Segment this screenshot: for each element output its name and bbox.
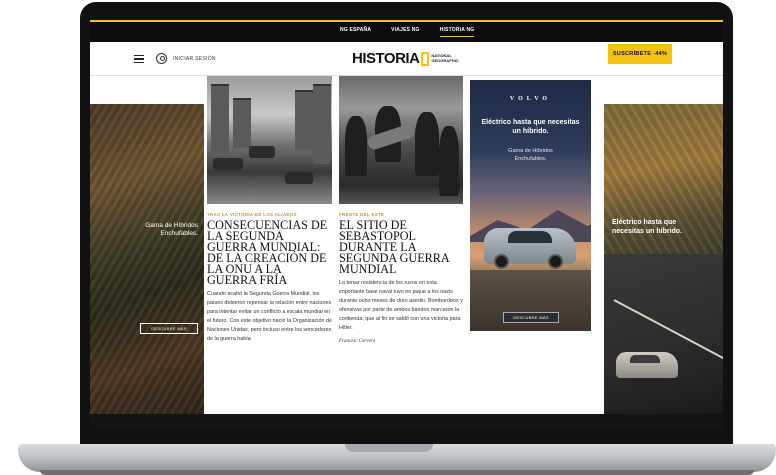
laptop-shadow	[40, 470, 754, 475]
article-2-photo[interactable]	[339, 76, 463, 204]
article-2-headline[interactable]: EL SITIO DE SEBASTOPOL DURANTE LA SEGUND…	[339, 219, 463, 275]
laptop-notch	[345, 444, 433, 452]
left-side-ad[interactable]: Gama de Híbridos Enchufables. DESCUBRE M…	[90, 104, 204, 414]
middle-ad-car-image	[484, 228, 576, 269]
subscribe-button[interactable]: SUSCRÍBETE -44%	[608, 44, 672, 64]
photo-tank	[249, 146, 275, 158]
site-logo[interactable]: HISTORIA NATIONAL GEOGRAPHIC	[352, 50, 459, 67]
left-ad-cta-button[interactable]: DESCUBRE MÁS	[140, 323, 198, 334]
top-nav: NG ESPAÑA VIAJES NG HISTORIA NG	[90, 20, 723, 42]
photo-soldier	[439, 126, 459, 196]
article-2-byline: Francesc Cervera	[339, 339, 376, 344]
right-ad-car-image	[616, 352, 678, 378]
right-ad-road	[604, 254, 723, 414]
article-card-1[interactable]: TRAS LA VICTORIA DE LOS ALIADOS CONSECUE…	[207, 76, 332, 414]
top-nav-link-historia-ng[interactable]: HISTORIA NG	[439, 27, 475, 37]
photo-soldier	[345, 116, 367, 176]
hamburger-menu-icon[interactable]	[134, 55, 144, 63]
article-1-kicker: TRAS LA VICTORIA DE LOS ALIADOS	[207, 212, 297, 217]
middle-ad-title: Eléctrico hasta que necesitas un híbrido…	[481, 119, 580, 135]
top-nav-link-ng-espana[interactable]: NG ESPAÑA	[340, 27, 371, 37]
middle-ad[interactable]: VOLVO Eléctrico hasta que necesitas un h…	[470, 80, 591, 331]
middle-ad-brand: VOLVO	[509, 96, 552, 102]
photo-building	[295, 90, 313, 150]
login-link[interactable]: INICIAR SESIÓN	[173, 56, 216, 62]
logo-text: HISTORIA	[352, 50, 420, 67]
left-ad-text: Gama de Híbridos Enchufables.	[145, 222, 198, 237]
right-side-ad[interactable]: Eléctrico hasta que necesitas un híbrido…	[604, 104, 723, 430]
article-2-kicker: FRENTE DEL ESTE	[339, 212, 385, 217]
right-ad-text: Eléctrico hasta que necesitas un híbrido…	[612, 219, 683, 235]
left-ad-landscape	[90, 104, 204, 414]
user-icon[interactable]	[156, 53, 167, 64]
middle-ad-cta-button[interactable]: DESCUBRE MÁS	[503, 312, 559, 323]
article-1-summary: Cuando acabó la Segunda Guerra Mundial, …	[207, 291, 332, 342]
stage: NG ESPAÑA VIAJES NG HISTORIA NG INICIAR …	[0, 0, 776, 475]
car-wheel	[548, 254, 563, 269]
national-geographic-frame-icon	[421, 51, 430, 66]
logo-partner: NATIONAL GEOGRAPHIC	[431, 53, 459, 63]
photo-tank	[285, 172, 313, 184]
top-nav-link-viajes-ng[interactable]: VIAJES NG	[391, 27, 419, 37]
article-card-2[interactable]: FRENTE DEL ESTE EL SITIO DE SEBASTOPOL D…	[339, 76, 463, 414]
photo-building	[211, 84, 229, 154]
article-1-photo[interactable]	[207, 76, 332, 204]
laptop-screen: NG ESPAÑA VIAJES NG HISTORIA NG INICIAR …	[90, 20, 723, 430]
top-nav-links: NG ESPAÑA VIAJES NG HISTORIA NG	[340, 27, 475, 37]
article-2-summary: La tenaz resistencia de los rusos en est…	[339, 280, 463, 331]
photo-building	[233, 98, 251, 148]
photo-tank	[213, 158, 243, 170]
photo-building	[313, 84, 331, 164]
screen-bottom-bezel	[90, 414, 723, 430]
middle-ad-subtitle: Gama de Híbridos Enchufables.	[508, 148, 553, 162]
article-1-headline[interactable]: CONSECUENCIAS DE LA SEGUNDA GUERRA MUNDI…	[207, 219, 332, 286]
car-wheel	[494, 254, 509, 269]
photo-soldier	[415, 112, 439, 176]
